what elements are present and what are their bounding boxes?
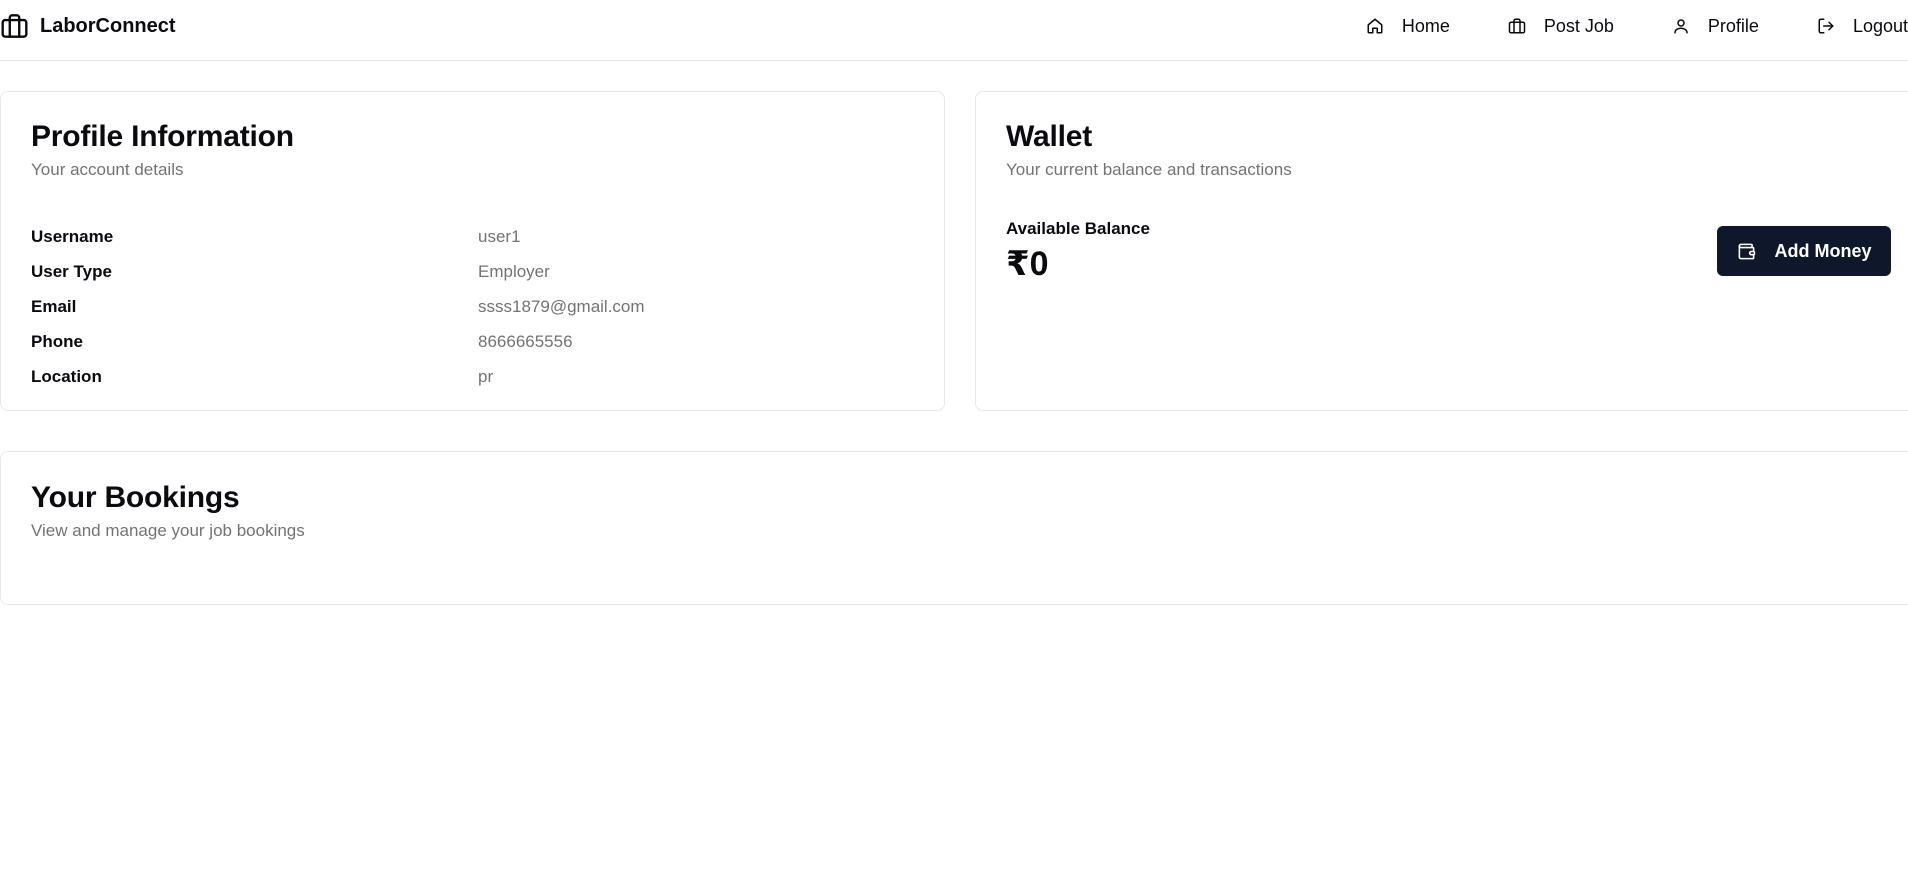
- nav-home-label: Home: [1401, 15, 1450, 36]
- nav-post-job-link[interactable]: Post Job: [1508, 16, 1614, 37]
- profile-card-subtitle: Your account details: [31, 160, 184, 179]
- wallet-card-subtitle: Your current balance and transactions: [1006, 160, 1292, 179]
- add-money-label: Add Money: [1774, 240, 1872, 261]
- profile-row-username: Username user1: [31, 219, 916, 254]
- field-value: ssss1879@gmail.com: [478, 296, 645, 316]
- wallet-card-header: Wallet Your current balance and transact…: [1006, 120, 1292, 180]
- brand-logo[interactable]: LaborConnect: [0, 13, 176, 39]
- field-label: Location: [31, 366, 102, 386]
- profile-card-header: Profile Information Your account details: [31, 120, 294, 180]
- nav-home-link[interactable]: Home: [1366, 16, 1450, 37]
- profile-card-title: Profile Information: [31, 120, 294, 153]
- briefcase-icon: [1508, 18, 1526, 34]
- field-value: user1: [478, 226, 521, 246]
- field-value: pr: [478, 366, 494, 386]
- nav-post-job-label: Post Job: [1543, 15, 1614, 36]
- logout-icon: [1818, 18, 1834, 34]
- bookings-card-subtitle: View and manage your job bookings: [31, 521, 305, 540]
- briefcase-icon: [1, 14, 28, 38]
- profile-row-location: Location pr: [31, 359, 916, 394]
- wallet-card-title: Wallet: [1006, 120, 1093, 153]
- field-value: 8666665556: [478, 331, 573, 351]
- user-icon: [1674, 19, 1688, 34]
- bookings-card-header: Your Bookings View and manage your job b…: [31, 481, 305, 541]
- bookings-card-title: Your Bookings: [31, 481, 240, 514]
- field-label: User Type: [31, 261, 112, 281]
- profile-row-phone: Phone 8666665556: [31, 324, 916, 359]
- profile-details-list: Username user1 User Type Employer Email …: [31, 219, 916, 394]
- nav-logout-link[interactable]: Logout: [1817, 16, 1908, 37]
- profile-row-user-type: User Type Employer: [31, 254, 916, 289]
- available-balance-amount: ₹0: [1006, 245, 1049, 283]
- field-label: Phone: [31, 331, 83, 351]
- field-value: Employer: [478, 261, 550, 281]
- field-label: Username: [31, 226, 114, 246]
- wallet-icon: [1738, 243, 1755, 259]
- nav-logout-label: Logout: [1852, 15, 1908, 36]
- profile-information-card: Profile Information Your account details…: [0, 91, 945, 411]
- nav-profile-link[interactable]: Profile: [1672, 16, 1759, 37]
- add-money-button[interactable]: Add Money: [1717, 226, 1891, 276]
- home-icon: [1367, 18, 1383, 34]
- nav-profile-label: Profile: [1707, 15, 1759, 36]
- available-balance-label: Available Balance: [1006, 219, 1150, 238]
- brand-name: LaborConnect: [40, 14, 176, 37]
- top-navbar: LaborConnect Home Post Job Profile Logou…: [0, 0, 1908, 61]
- profile-row-email: Email ssss1879@gmail.com: [31, 289, 916, 324]
- your-bookings-card: Your Bookings View and manage your job b…: [0, 451, 1908, 605]
- field-label: Email: [31, 296, 77, 316]
- nav-links: Home Post Job Profile Logout: [1366, 0, 1908, 52]
- wallet-card: Wallet Your current balance and transact…: [975, 91, 1908, 411]
